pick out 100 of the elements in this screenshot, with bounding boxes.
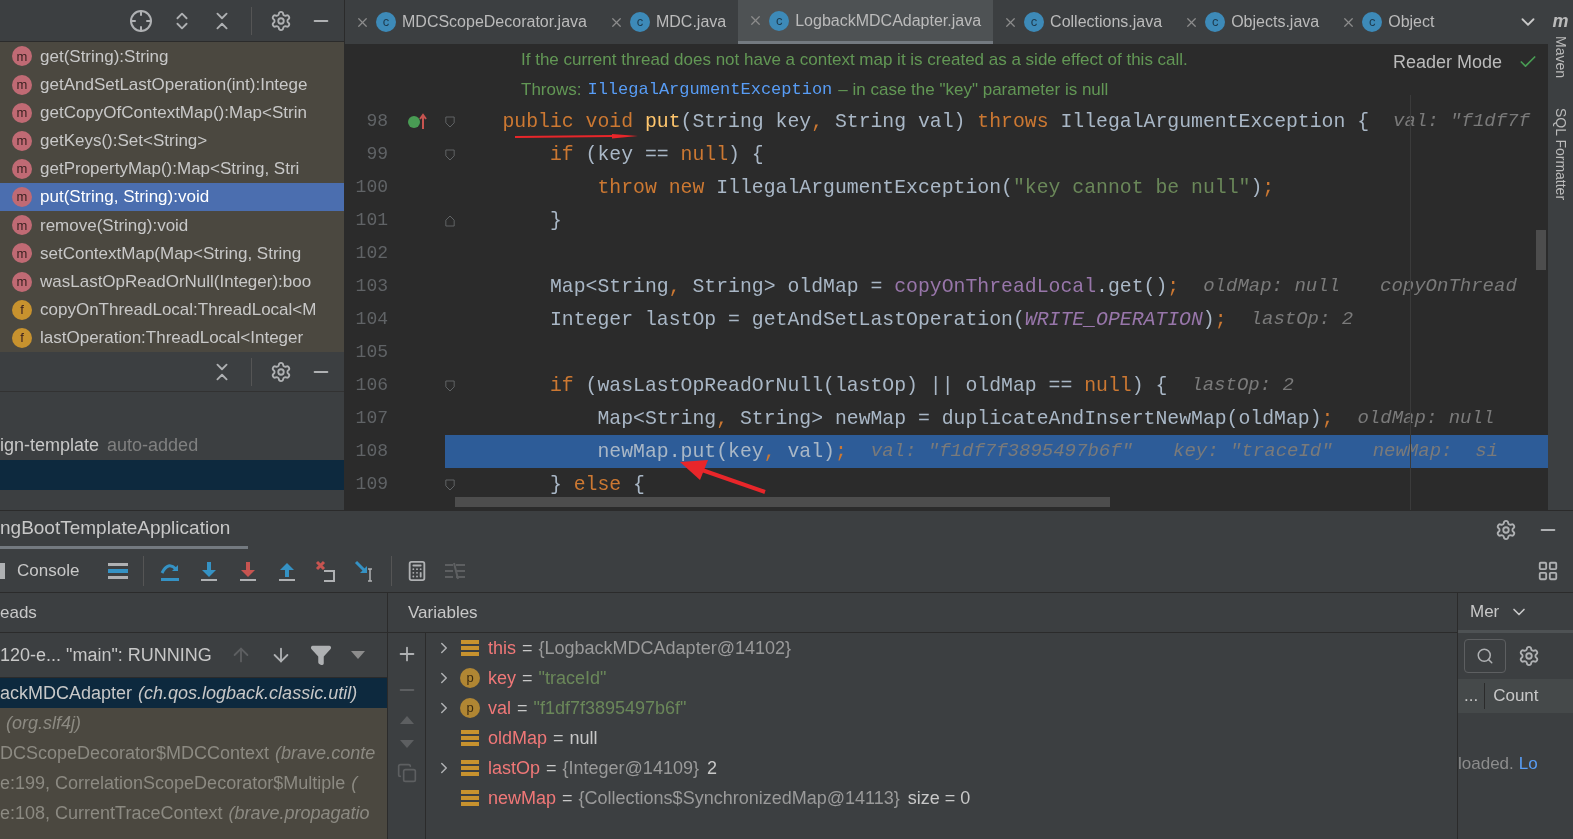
line-number: 100 — [354, 176, 388, 199]
console-tab[interactable]: Console — [0, 557, 80, 584]
structure-item[interactable]: m setContextMap(Map<String, String — [0, 239, 344, 268]
fold-start-icon[interactable] — [445, 378, 455, 393]
inline-value-hint: val: "f1df7f3895497b6f" — [870, 439, 1133, 465]
parameter-icon: p — [460, 668, 480, 688]
method-icon: m — [12, 46, 32, 67]
editor-tab[interactable]: c Objects.java — [1174, 0, 1332, 44]
line-number: 104 — [354, 308, 388, 331]
editor-tab[interactable]: c MDCScopeDecorator.java — [345, 0, 599, 44]
menu-icon[interactable] — [107, 560, 130, 581]
line-number: 105 — [354, 341, 388, 364]
method-icon: m — [12, 271, 32, 292]
method-icon: m — [12, 74, 32, 95]
structure-item[interactable]: m get(String):String — [0, 42, 344, 71]
field-icon: f — [12, 327, 32, 348]
side-tab[interactable]: SQL Formatter — [1550, 108, 1571, 201]
code-line: Integer lastOp = getAndSetLastOperation(WRITE_OPERATION); — [549, 308, 1227, 331]
load-link[interactable]: Lo — [1518, 751, 1538, 777]
code-line: if (key == null) { — [549, 143, 764, 166]
scrollbar-thumb[interactable] — [455, 497, 1110, 507]
variable-entry[interactable]: val = "f1df7f3895497b6f" — [488, 694, 687, 722]
method-icon: m — [12, 102, 32, 123]
code-line: Map<String, String> oldMap = copyOnThreadLocal.get(); — [549, 275, 1180, 298]
fold-start-icon[interactable] — [445, 147, 455, 162]
memory-tab[interactable]: Mer — [1470, 598, 1500, 625]
module-note: auto-added — [107, 433, 199, 457]
code-line: throw new IllegalArgumentException("key cannot be null"); — [597, 176, 1275, 199]
class-icon: c — [1024, 12, 1045, 32]
editor-tab[interactable]: c Object — [1331, 0, 1447, 44]
reader-mode-button[interactable]: Reader Mode — [1392, 48, 1502, 76]
inline-value-hint: lastOp: 2 — [1250, 307, 1354, 333]
thread-selector[interactable]: 120-e... "main": RUNNING — [0, 641, 212, 669]
doc-comment: – in case the "key" parameter is null — [838, 79, 1109, 102]
line-number: 108 — [354, 440, 388, 463]
line-number: 106 — [354, 374, 388, 397]
variable-entry[interactable]: newMap = {Collections$SynchronizedMap@14113} size = 0 — [488, 784, 971, 812]
exception-link[interactable]: IllegalArgumentException — [587, 77, 833, 103]
side-tab[interactable]: Maven — [1550, 36, 1571, 79]
code-line: newMap.put(key, val); — [597, 440, 847, 463]
inline-value-hint: lastOp: 2 — [1191, 373, 1294, 399]
variable-entry[interactable]: lastOp = {Integer@14109} 2 — [488, 754, 717, 782]
settings-icon[interactable] — [270, 9, 292, 32]
structure-item[interactable]: f copyOnThreadLocal:ThreadLocal<M — [0, 295, 344, 324]
implements-marker-icon[interactable] — [405, 111, 428, 132]
doc-comment: If the current thread does not have a context map it is created as a side effect of this call. — [521, 49, 1188, 71]
class-icon: c — [1362, 12, 1383, 32]
method-icon: m — [12, 130, 32, 151]
code-line: } else { — [549, 473, 645, 496]
structure-item[interactable]: m put(String, String):void — [0, 183, 344, 212]
frames-header: eads — [0, 601, 37, 624]
variables-header: Variables — [408, 601, 478, 624]
locate-icon[interactable] — [129, 8, 153, 33]
editor-tab[interactable]: c Collections.java — [993, 0, 1175, 44]
method-icon: m — [12, 159, 32, 179]
filter-icon[interactable] — [309, 644, 332, 666]
layout-icon[interactable] — [1537, 559, 1559, 582]
inline-value-hint: oldMap: null — [1203, 274, 1340, 300]
structure-item[interactable]: m getPropertyMap():Map<String, Stri — [0, 154, 344, 184]
settings-icon[interactable] — [270, 360, 292, 383]
structure-item[interactable]: m getAndSetLastOperation(int):Intege — [0, 70, 344, 99]
inline-value-hint: key: "traceId" — [1173, 439, 1333, 465]
structure-item[interactable]: m wasLastOpReadOrNull(Integer):boo — [0, 267, 344, 296]
line-number: 99 — [365, 143, 388, 166]
line-number: 107 — [354, 407, 388, 430]
column-header[interactable]: ... — [1458, 683, 1486, 709]
editor-tab[interactable]: c MDC.java — [598, 0, 739, 44]
class-icon: c — [769, 10, 790, 31]
column-header[interactable]: Count — [1485, 683, 1539, 709]
code-line: } — [549, 209, 562, 232]
line-number: 103 — [354, 275, 388, 298]
scrollbar-thumb[interactable] — [1536, 230, 1546, 270]
console-icon — [0, 562, 5, 579]
code-line: Map<String, String> newMap = duplicateAndInsertNewMap(oldMap); — [597, 407, 1334, 430]
variable-entry[interactable]: key = "traceId" — [488, 664, 607, 692]
class-icon: c — [629, 12, 650, 32]
variable-entry[interactable]: this = {LogbackMDCAdapter@14102} — [488, 634, 791, 662]
structure-item[interactable]: f lastOperation:ThreadLocal<Integer — [0, 323, 344, 352]
fold-end-icon[interactable] — [445, 213, 455, 228]
search-icon[interactable] — [1464, 639, 1506, 673]
structure-item[interactable]: m getCopyOfContextMap():Map<Strin — [0, 98, 344, 127]
module-name: ign-template — [0, 433, 100, 457]
structure-item[interactable]: m getKeys():Set<String> — [0, 126, 344, 155]
inline-value-hint: val: "f1df7f — [1393, 109, 1530, 135]
parameter-icon: p — [460, 698, 480, 718]
settings-icon[interactable] — [1518, 645, 1540, 667]
structure-item[interactable]: m remove(String):void — [0, 211, 344, 240]
inline-value-hint: copyOnThread — [1380, 274, 1517, 300]
stack-frame[interactable]: ackMDCAdapter (ch.qos.logback.classic.util) — [0, 678, 387, 708]
settings-icon[interactable] — [1495, 519, 1517, 541]
debug-session-tab[interactable]: ngBootTemplateApplication — [0, 511, 249, 549]
method-icon: m — [12, 215, 32, 236]
fold-start-icon[interactable] — [445, 477, 455, 492]
line-number: 109 — [354, 473, 388, 496]
variable-entry[interactable]: oldMap = null — [488, 724, 598, 752]
fold-start-icon[interactable] — [445, 114, 455, 129]
inline-value-hint: oldMap: null — [1357, 406, 1495, 432]
dropdown-icon[interactable] — [349, 650, 366, 660]
line-number: 98 — [365, 110, 388, 133]
editor-tab[interactable]: c LogbackMDCAdapter.java — [738, 0, 994, 44]
